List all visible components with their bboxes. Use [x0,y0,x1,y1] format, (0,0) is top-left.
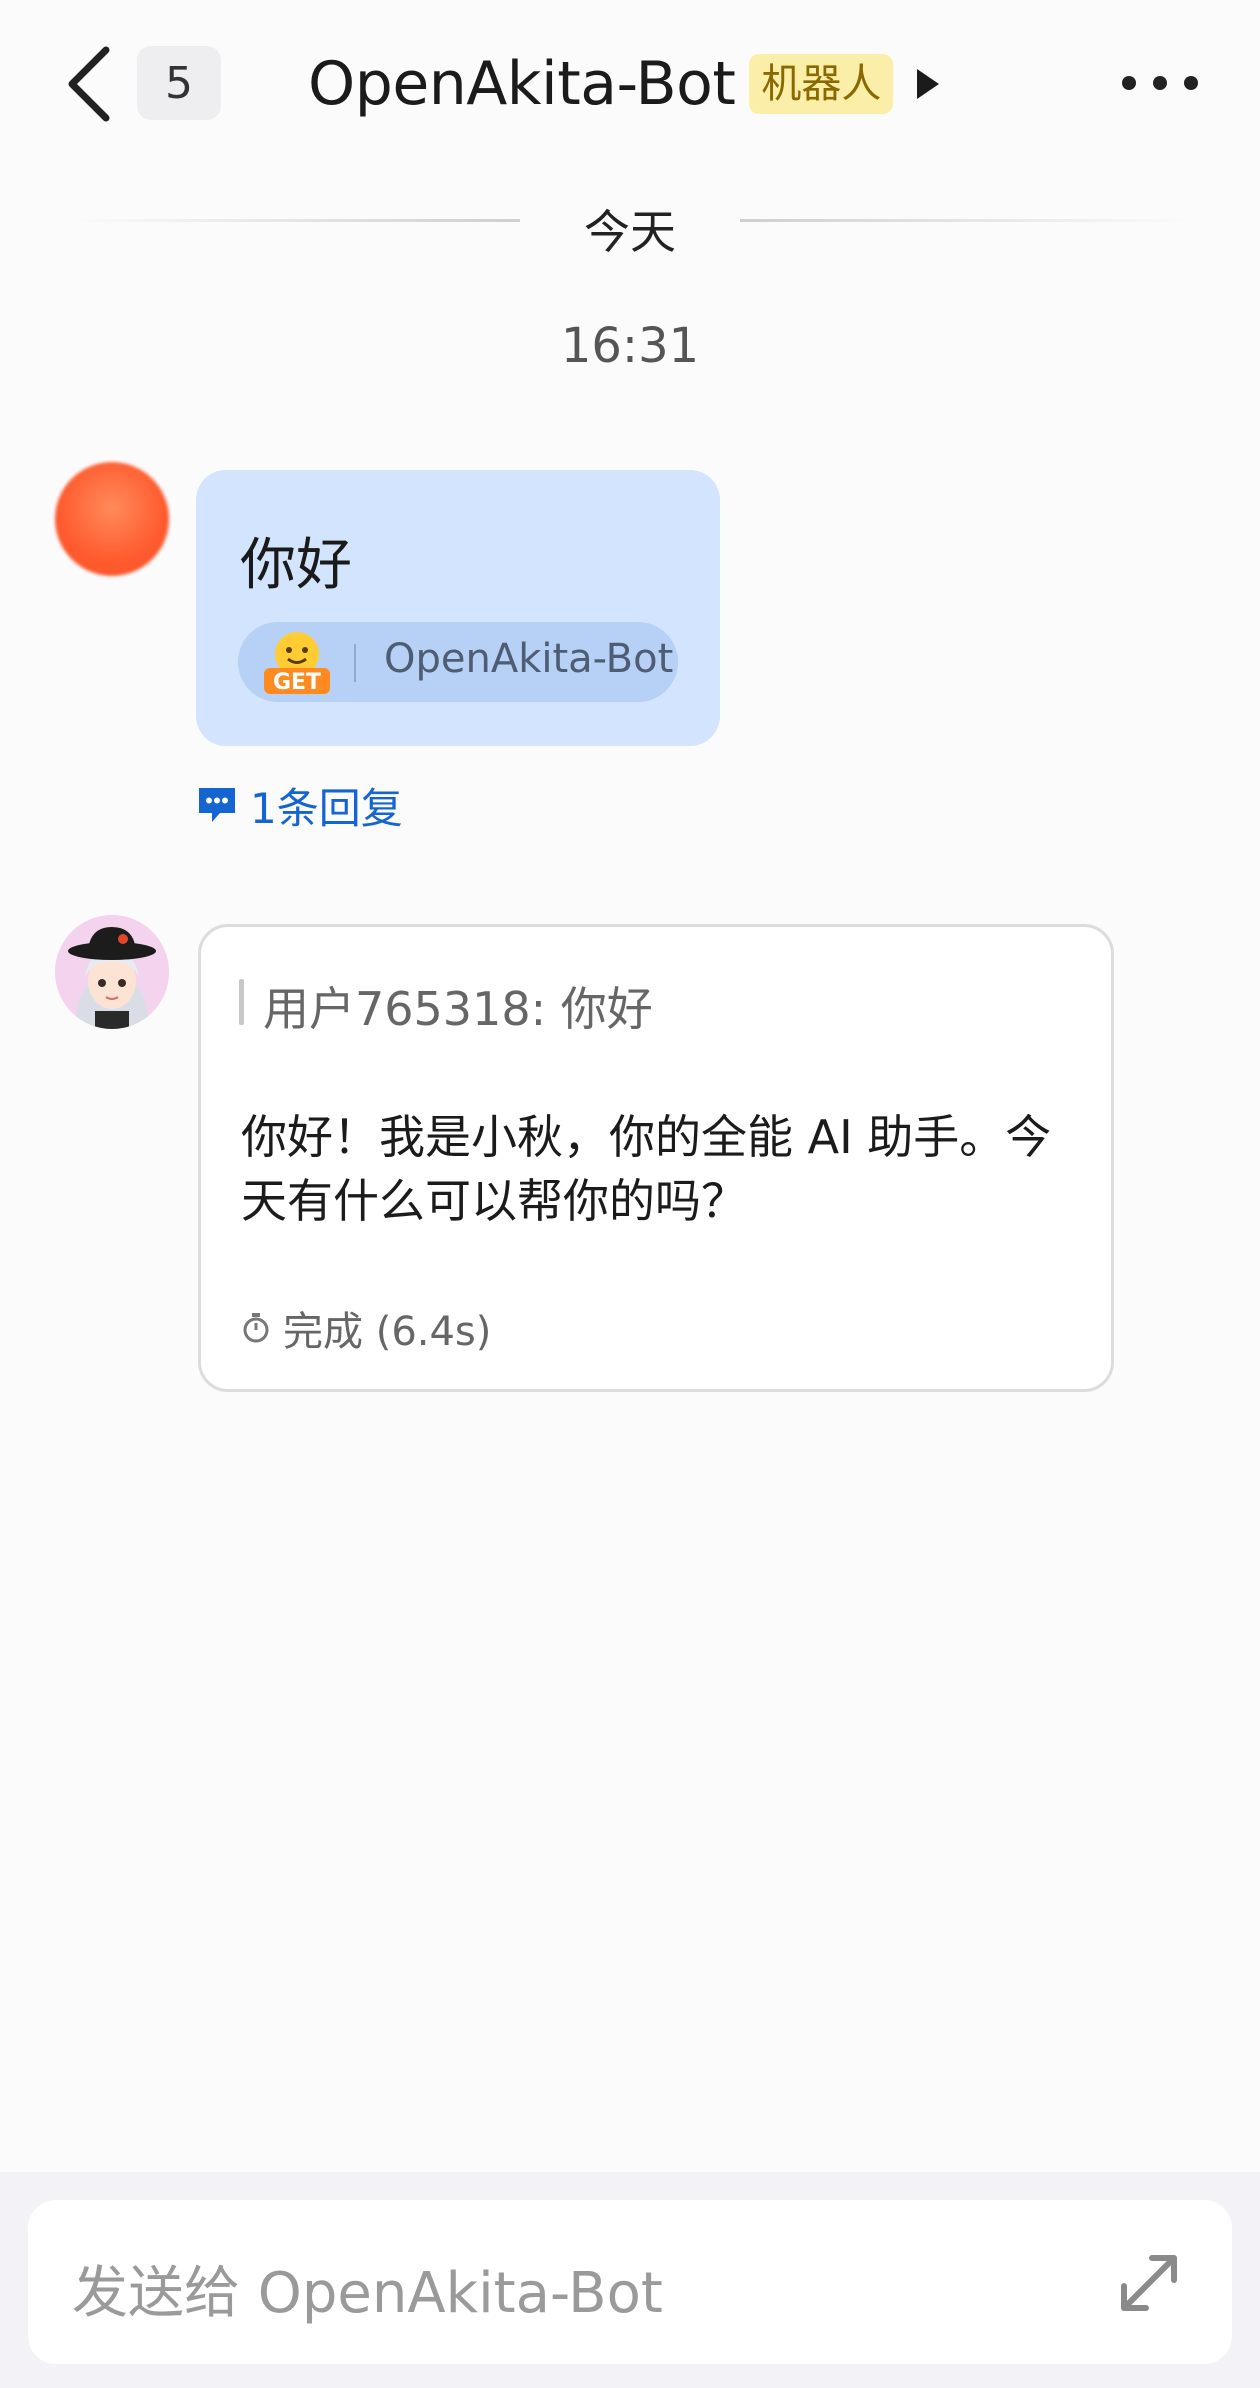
message-time: 16:31 [560,318,700,374]
chat-title-group[interactable]: OpenAkita-Bot 机器人 [308,38,941,130]
chip-divider [354,644,356,682]
separator-line-right [740,219,1190,222]
unread-count-badge[interactable]: 5 [137,46,221,120]
quote-bar [239,979,244,1025]
bot-reply-card[interactable]: 用户765318: 你好 你好！我是小秋，你的全能 AI 助手。今天有什么可以帮… [198,924,1114,1392]
more-dots-icon[interactable] [1120,68,1200,98]
message-input-placeholder: 发送给 OpenAkita-Bot [72,2261,663,2326]
user-avatar[interactable] [55,462,169,576]
timer-icon [243,1313,269,1343]
reply-status: 完成 (6.4s) [241,1299,491,1357]
chat-title: OpenAkita-Bot [308,49,736,119]
bot-tag: 机器人 [749,54,894,114]
user-message-bubble[interactable]: 你好 GET OpenAkita-Bot [196,470,720,746]
date-label: 今天 [584,205,676,259]
bot-mention-chip[interactable]: GET OpenAkita-Bot [238,622,678,702]
replies-count-label: 1条回复 [250,783,403,833]
svg-text:GET: GET [273,670,321,695]
reply-status-text: 完成 (6.4s) [283,1309,492,1355]
bot-avatar-illustration-icon [55,915,169,1029]
bot-chip-name: OpenAkita-Bot [384,636,674,682]
bot-avatar[interactable] [55,915,169,1029]
back-arrow-icon[interactable] [60,42,120,127]
bot-reply-text: 你好！我是小秋，你的全能 AI 助手。今天有什么可以帮你的吗？ [241,1110,1052,1228]
replies-link[interactable]: 1条回复 [196,780,403,833]
date-separator: 今天 [70,192,1190,262]
comment-icon [199,788,235,822]
user-message-text: 你好 [240,533,352,598]
get-sticker-icon: GET [264,632,330,695]
chat-header: 5 OpenAkita-Bot 机器人 [0,0,1260,170]
play-triangle-icon [917,69,940,99]
message-input[interactable]: 发送给 OpenAkita-Bot [28,2200,1232,2364]
quoted-message: 用户765318: 你好 [263,982,653,1036]
expand-icon[interactable] [1114,2248,1184,2318]
